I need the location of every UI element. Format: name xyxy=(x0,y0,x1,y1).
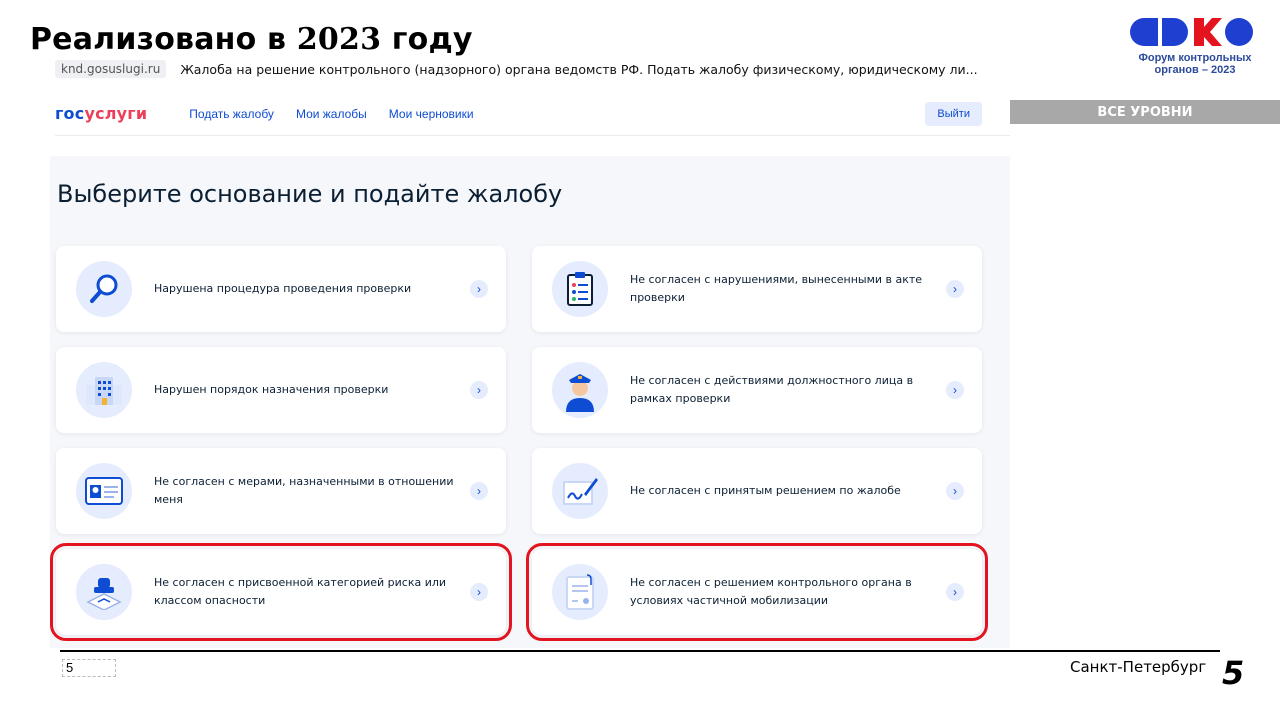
brand-part1: гос xyxy=(55,104,85,123)
card-text: Нарушена процедура проведения проверки xyxy=(154,282,412,295)
document-icon xyxy=(552,564,608,620)
card-text: Не согласен с присвоенной категорией рис… xyxy=(154,576,447,607)
forum-logo-caption: Форум контрольных органов – 2023 xyxy=(1130,52,1260,76)
card-text: Не согласен с действиями должностного ли… xyxy=(630,374,914,405)
chevron-right-icon[interactable]: › xyxy=(470,381,488,399)
nav-links: Подать жалобу Мои жалобы Мои черновики xyxy=(189,107,473,121)
card-complaint-decision[interactable]: Не согласен с принятым решением по жалоб… xyxy=(532,448,982,534)
chevron-right-icon[interactable]: › xyxy=(470,583,488,601)
slide-title-prefix: Реализовано в xyxy=(30,22,297,57)
card-procedure-violated[interactable]: Нарушена процедура проведения проверки › xyxy=(56,246,506,332)
page-title: Выберите основание и подайте жалобу xyxy=(57,180,563,208)
city-label: Санкт-Петербург xyxy=(1070,658,1207,676)
chevron-right-icon[interactable]: › xyxy=(946,381,964,399)
building-icon xyxy=(76,362,132,418)
main-panel: Выберите основание и подайте жалобу Нару… xyxy=(50,156,1010,648)
chevron-right-icon[interactable]: › xyxy=(946,280,964,298)
card-text: Нарушен порядок назначения проверки xyxy=(154,383,389,396)
brand-part2: услуги xyxy=(84,104,148,123)
forum-logo: Форум контрольных органов – 2023 xyxy=(1130,18,1260,88)
stamp-icon xyxy=(76,564,132,620)
card-text: Не согласен с мерами, назначенными в отн… xyxy=(154,475,454,506)
nav-link-submit-complaint[interactable]: Подать жалобу xyxy=(189,107,274,121)
gosuslugi-logo[interactable]: госуслуги xyxy=(55,104,147,123)
chevron-right-icon[interactable]: › xyxy=(470,482,488,500)
slide-number: 5 xyxy=(1222,654,1245,692)
checklist-icon xyxy=(552,261,608,317)
page-number-box: 5 xyxy=(62,659,116,677)
card-text: Не согласен с принятым решением по жалоб… xyxy=(630,484,901,497)
browser-page-title: Жалоба на решение контрольного (надзорно… xyxy=(180,61,978,77)
card-text: Не согласен с нарушениями, вынесенными в… xyxy=(630,273,923,304)
signature-icon xyxy=(552,463,608,519)
slide-title: Реализовано в 2023 году xyxy=(30,22,473,57)
chevron-right-icon[interactable]: › xyxy=(946,583,964,601)
levels-banner: ВСЕ УРОВНИ xyxy=(1010,100,1280,124)
card-assignment-order-violated[interactable]: Нарушен порядок назначения проверки › xyxy=(56,347,506,433)
site-nav: госуслуги Подать жалобу Мои жалобы Мои ч… xyxy=(55,92,1010,136)
forum-logo-caption-line2: органов – 2023 xyxy=(1154,64,1236,76)
magnifier-icon xyxy=(76,261,132,317)
id-card-icon xyxy=(76,463,132,519)
nav-link-my-drafts[interactable]: Мои черновики xyxy=(389,107,474,121)
slide-title-year: 2023 xyxy=(296,22,382,57)
card-official-actions[interactable]: Не согласен с действиями должностного ли… xyxy=(532,347,982,433)
card-mobilization-decision[interactable]: Не согласен с решением контрольного орга… xyxy=(526,543,988,641)
card-risk-category[interactable]: Не согласен с присвоенной категорией рис… xyxy=(50,543,512,641)
footer-divider xyxy=(60,650,1220,652)
forum-logo-caption-line1: Форум контрольных xyxy=(1138,52,1252,64)
chevron-right-icon[interactable]: › xyxy=(946,482,964,500)
forum-logo-marks xyxy=(1130,18,1260,46)
chevron-right-icon[interactable]: › xyxy=(470,280,488,298)
officer-icon xyxy=(552,362,608,418)
browser-url-bar: knd.gosuslugi.ru Жалоба на решение контр… xyxy=(55,58,978,80)
card-measures-assigned[interactable]: Не согласен с мерами, назначенными в отн… xyxy=(56,448,506,534)
nav-link-my-complaints[interactable]: Мои жалобы xyxy=(296,107,367,121)
forum-logo-icon xyxy=(1130,18,1253,46)
url-chip[interactable]: knd.gosuslugi.ru xyxy=(55,60,167,78)
card-act-violations[interactable]: Не согласен с нарушениями, вынесенными в… xyxy=(532,246,982,332)
card-text: Не согласен с решением контрольного орга… xyxy=(630,576,912,607)
slide-title-suffix: году xyxy=(381,22,473,57)
logout-button[interactable]: Выйти xyxy=(925,101,982,126)
